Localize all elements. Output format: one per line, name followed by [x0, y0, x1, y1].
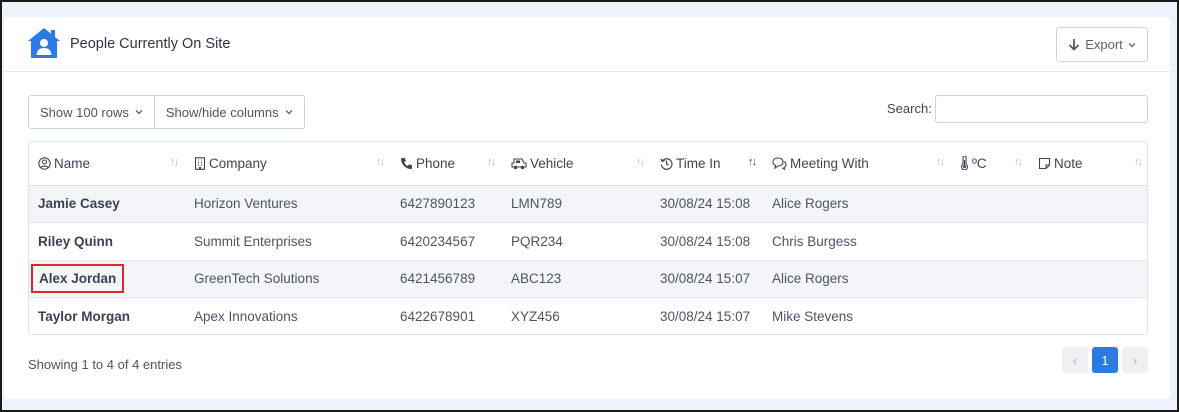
person-circle-icon	[38, 157, 51, 170]
export-button[interactable]: Export	[1056, 27, 1148, 62]
pagination: ‹ 1 ›	[1062, 347, 1148, 373]
cell-time-in: 30/08/24 15:07	[651, 297, 763, 334]
show-rows-button[interactable]: Show 100 rows	[29, 96, 154, 128]
app-frame: People Currently On Site Export Show 100…	[0, 0, 1179, 412]
sort-icon: ↑↓	[936, 156, 945, 168]
column-header-company[interactable]: Company ↑↓	[185, 142, 391, 186]
truck-icon	[511, 158, 527, 169]
sort-icon: ↑↓	[170, 156, 179, 168]
column-label: Note	[1054, 155, 1083, 171]
cell-name[interactable]: Taylor Morgan	[29, 297, 185, 334]
cell-vehicle: PQR234	[502, 222, 651, 260]
previous-page-button[interactable]: ‹	[1062, 347, 1088, 373]
table-toolbar: Show 100 rows Show/hide columns	[28, 95, 305, 129]
cell-meeting-with: Alice Rogers	[763, 259, 951, 298]
cell-company: Summit Enterprises	[185, 222, 391, 260]
chevron-down-icon	[135, 110, 143, 115]
column-label: Name	[54, 155, 91, 171]
cell-phone: 6420234567	[391, 222, 502, 260]
column-label: Time In	[676, 155, 721, 171]
column-header-name[interactable]: Name ↑↓	[29, 142, 185, 186]
table-row[interactable]: Taylor Morgan Apex Innovations 642267890…	[29, 297, 1147, 334]
page-title: People Currently On Site	[70, 36, 231, 52]
table-row[interactable]: Alex Jordan GreenTech Solutions 64214567…	[29, 259, 1147, 298]
cell-name[interactable]: Jamie Casey	[29, 185, 185, 223]
cell-note	[1029, 222, 1147, 260]
building-icon	[194, 157, 206, 170]
cell-vehicle: ABC123	[502, 259, 651, 298]
cell-note	[1029, 297, 1147, 334]
cell-time-in: 30/08/24 15:08	[651, 185, 763, 223]
show-hide-columns-label: Show/hide columns	[165, 104, 279, 120]
cell-temperature	[951, 185, 1029, 223]
chevron-down-icon	[285, 110, 293, 115]
column-label: ºC	[972, 155, 987, 171]
sort-icon: ↑↓	[636, 156, 645, 168]
sort-desc-icon: ↑↓	[748, 156, 757, 168]
cell-meeting-with: Mike Stevens	[763, 297, 951, 334]
cell-phone: 6422678901	[391, 297, 502, 334]
column-header-time-in[interactable]: Time In ↑↓	[651, 142, 763, 186]
on-site-card: People Currently On Site Export Show 100…	[4, 17, 1170, 399]
cell-time-in: 30/08/24 15:08	[651, 222, 763, 260]
phone-icon	[400, 157, 412, 169]
sort-icon: ↑↓	[1134, 156, 1143, 168]
cell-vehicle: XYZ456	[502, 297, 651, 334]
cell-temperature	[951, 297, 1029, 334]
export-label: Export	[1085, 37, 1123, 52]
cell-name[interactable]: Riley Quinn	[29, 222, 185, 260]
card-header: People Currently On Site Export	[4, 17, 1170, 72]
people-table: Name ↑↓ Company ↑↓ Phone ↑↓ Vehicle ↑↓ T…	[28, 141, 1148, 335]
cell-phone: 6421456789	[391, 259, 502, 298]
table-header-row: Name ↑↓ Company ↑↓ Phone ↑↓ Vehicle ↑↓ T…	[29, 142, 1147, 186]
show-hide-columns-button[interactable]: Show/hide columns	[153, 96, 304, 128]
cell-company: Apex Innovations	[185, 297, 391, 334]
cell-note	[1029, 185, 1147, 223]
thermometer-icon	[960, 156, 969, 171]
column-label: Meeting With	[790, 155, 869, 171]
column-header-temperature[interactable]: ºC ↑↓	[951, 142, 1029, 186]
table-row[interactable]: Riley Quinn Summit Enterprises 642023456…	[29, 222, 1147, 260]
search-label: Search:	[887, 101, 932, 116]
cell-phone: 6427890123	[391, 185, 502, 223]
note-icon	[1038, 157, 1051, 169]
cell-meeting-with: Chris Burgess	[763, 222, 951, 260]
column-label: Vehicle	[530, 155, 574, 171]
cell-name[interactable]: Alex Jordan	[29, 259, 185, 298]
show-rows-label: Show 100 rows	[40, 104, 129, 120]
highlighted-name[interactable]: Alex Jordan	[31, 264, 125, 294]
column-header-phone[interactable]: Phone ↑↓	[391, 142, 502, 186]
column-header-note[interactable]: Note ↑↓	[1029, 142, 1147, 186]
sort-icon: ↑↓	[487, 156, 496, 168]
cell-meeting-with: Alice Rogers	[763, 185, 951, 223]
column-header-meeting-with[interactable]: Meeting With ↑↓	[763, 142, 951, 186]
cell-vehicle: LMN789	[502, 185, 651, 223]
table-row[interactable]: Jamie Casey Horizon Ventures 6427890123 …	[29, 185, 1147, 223]
sort-icon: ↑↓	[1014, 156, 1023, 168]
entries-info: Showing 1 to 4 of 4 entries	[28, 357, 182, 372]
cell-temperature	[951, 222, 1029, 260]
search-input[interactable]	[935, 95, 1148, 123]
cell-company: GreenTech Solutions	[185, 259, 391, 298]
cell-temperature	[951, 259, 1029, 298]
column-label: Phone	[416, 155, 456, 171]
house-person-icon	[28, 28, 60, 58]
page-1-button[interactable]: 1	[1092, 347, 1118, 373]
sort-icon: ↑↓	[376, 156, 385, 168]
next-page-button[interactable]: ›	[1122, 347, 1148, 373]
column-header-vehicle[interactable]: Vehicle ↑↓	[502, 142, 651, 186]
chevron-down-icon	[1128, 42, 1136, 47]
cell-time-in: 30/08/24 15:07	[651, 259, 763, 298]
cell-note	[1029, 259, 1147, 298]
arrow-down-icon	[1069, 39, 1080, 51]
cell-company: Horizon Ventures	[185, 185, 391, 223]
chat-icon	[772, 157, 787, 170]
column-label: Company	[209, 155, 267, 171]
history-icon	[660, 157, 673, 170]
